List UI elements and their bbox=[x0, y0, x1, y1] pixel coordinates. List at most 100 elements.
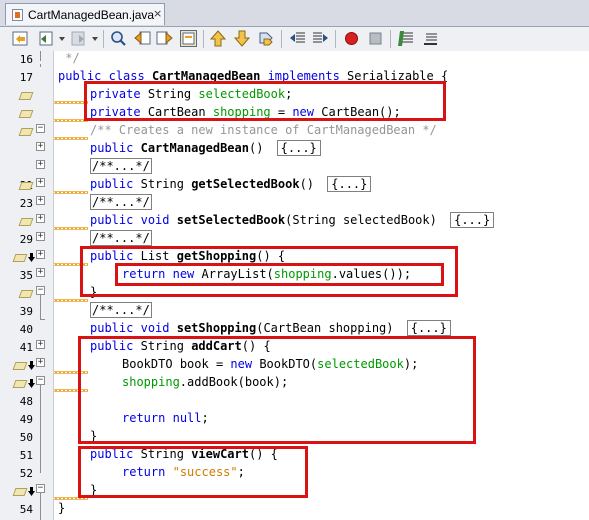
fold-expand-icon[interactable]: + bbox=[36, 340, 45, 349]
warning-underline bbox=[54, 371, 88, 374]
override-arrow-icon[interactable] bbox=[28, 361, 35, 370]
warning-underline bbox=[54, 389, 88, 392]
next-bookmark-icon[interactable] bbox=[234, 30, 251, 47]
forward-dropdown-icon[interactable] bbox=[92, 37, 98, 41]
code-line-24: public String getSelectedBook() {...} bbox=[90, 176, 372, 195]
collapsed-javadoc[interactable]: /**...*/ bbox=[90, 302, 152, 318]
java-file-icon bbox=[12, 9, 23, 21]
find-previous-icon[interactable] bbox=[134, 30, 151, 47]
line-number: 16 bbox=[19, 53, 33, 66]
editor-tab-bar: CartManagedBean.java × bbox=[0, 0, 589, 27]
fold-collapse-icon[interactable]: − bbox=[36, 376, 45, 385]
code-line-47: public String addCart() { bbox=[90, 339, 271, 353]
fold-expand-icon[interactable]: + bbox=[36, 358, 45, 367]
shift-right-icon[interactable] bbox=[312, 30, 329, 47]
line-number: 50 bbox=[19, 431, 33, 444]
annotation-tag-icon[interactable] bbox=[12, 488, 28, 496]
warning-underline bbox=[54, 497, 88, 500]
fold-expand-icon[interactable]: + bbox=[36, 250, 45, 259]
override-arrow-icon[interactable] bbox=[28, 487, 35, 496]
line-number: 52 bbox=[19, 467, 33, 480]
annotation-tag-icon[interactable] bbox=[12, 380, 28, 388]
line-number: 40 bbox=[19, 323, 33, 336]
stop-macro-icon[interactable] bbox=[367, 30, 384, 47]
code-line-41: /**...*/ bbox=[90, 302, 152, 321]
fold-expand-icon[interactable]: + bbox=[36, 196, 45, 205]
fold-collapse-icon[interactable]: − bbox=[36, 484, 45, 493]
code-line-18: private String selectedBook; bbox=[90, 87, 293, 101]
annotation-tag-icon[interactable] bbox=[18, 92, 34, 100]
annotation-tag-icon[interactable] bbox=[12, 254, 28, 262]
code-line-23: /**...*/ bbox=[90, 158, 152, 177]
annotation-tag-icon[interactable] bbox=[18, 218, 34, 226]
code-line-48: BookDTO book = new BookDTO(selectedBook)… bbox=[122, 357, 419, 371]
comment-icon[interactable] bbox=[398, 30, 415, 47]
fold-expand-icon[interactable]: + bbox=[36, 178, 45, 187]
editor-window: { "tab": {"title": "CartManagedBean.java… bbox=[0, 0, 589, 520]
code-line-40: } bbox=[90, 285, 98, 299]
annotation-tag-icon[interactable] bbox=[18, 290, 34, 298]
warning-underline bbox=[54, 191, 88, 194]
warning-underline bbox=[54, 263, 88, 266]
line-number: 51 bbox=[19, 449, 33, 462]
code-line-38: public List getShopping() { bbox=[90, 249, 286, 263]
warning-underline bbox=[54, 299, 88, 302]
override-arrow-icon[interactable] bbox=[28, 379, 35, 388]
tab-title: CartManagedBean.java bbox=[28, 8, 155, 22]
annotation-tag-icon[interactable] bbox=[12, 362, 28, 370]
editor-toolbar bbox=[0, 27, 589, 52]
close-tab-icon[interactable]: × bbox=[153, 7, 162, 20]
annotation-tag-icon[interactable] bbox=[18, 110, 34, 118]
collapsed-body[interactable]: {...} bbox=[450, 212, 495, 228]
find-icon[interactable] bbox=[110, 30, 127, 47]
override-arrow-icon[interactable] bbox=[28, 253, 35, 262]
collapsed-javadoc[interactable]: /**...*/ bbox=[90, 158, 152, 174]
collapsed-body[interactable]: {...} bbox=[276, 140, 321, 156]
collapsed-body[interactable]: {...} bbox=[327, 176, 372, 192]
fold-expand-icon[interactable]: + bbox=[36, 160, 45, 169]
line-number: 35 bbox=[19, 269, 33, 282]
code-line-54: return "success"; bbox=[122, 465, 245, 479]
fold-collapse-icon[interactable]: − bbox=[36, 124, 45, 133]
line-number-gutter: 16 17 21 23 29 35 39 40 41 48 49 50 51 5… bbox=[0, 51, 54, 520]
code-line-44: public void setShopping(CartBean shoppin… bbox=[90, 320, 451, 339]
code-line-30: public void setSelectedBook(String selec… bbox=[90, 212, 495, 231]
code-line-16: */ bbox=[58, 51, 80, 65]
line-number: 49 bbox=[19, 413, 33, 426]
start-macro-icon[interactable] bbox=[343, 30, 360, 47]
find-next-icon[interactable] bbox=[156, 30, 173, 47]
code-line-17: public class CartManagedBean implements … bbox=[58, 69, 449, 83]
warning-underline bbox=[54, 119, 88, 122]
collapsed-javadoc[interactable]: /**...*/ bbox=[90, 194, 152, 210]
code-line-19: private CartBean shopping = new CartBean… bbox=[90, 105, 401, 119]
warning-underline bbox=[54, 227, 88, 230]
fold-expand-icon[interactable]: + bbox=[36, 142, 45, 151]
fold-expand-icon[interactable]: + bbox=[36, 232, 45, 241]
back-icon[interactable] bbox=[38, 30, 55, 47]
line-number: 29 bbox=[19, 233, 33, 246]
fold-expand-icon[interactable]: + bbox=[36, 268, 45, 277]
annotation-tag-icon[interactable] bbox=[18, 128, 34, 136]
collapsed-javadoc[interactable]: /**...*/ bbox=[90, 230, 152, 246]
toggle-highlight-icon[interactable] bbox=[180, 30, 197, 47]
uncomment-icon[interactable] bbox=[422, 30, 439, 47]
forward-icon[interactable] bbox=[70, 30, 87, 47]
toggle-bookmark-icon[interactable] bbox=[258, 30, 275, 47]
code-line-49: shopping.addBook(book); bbox=[122, 375, 289, 389]
code-line-35: /**...*/ bbox=[90, 230, 152, 249]
shift-left-icon[interactable] bbox=[289, 30, 306, 47]
code-line-56: } bbox=[58, 501, 66, 515]
line-number: 41 bbox=[19, 341, 33, 354]
fold-collapse-icon[interactable]: − bbox=[36, 286, 45, 295]
fold-expand-icon[interactable]: + bbox=[36, 214, 45, 223]
code-editor[interactable]: */ public class CartManagedBean implemen… bbox=[54, 51, 589, 520]
tab-cartmanagedbean[interactable]: CartManagedBean.java × bbox=[5, 3, 165, 25]
previous-bookmark-icon[interactable] bbox=[210, 30, 227, 47]
code-line-39: return new ArrayList(shopping.values()); bbox=[122, 267, 412, 281]
last-edit-icon[interactable] bbox=[12, 30, 29, 47]
back-dropdown-icon[interactable] bbox=[59, 37, 65, 41]
line-number: 48 bbox=[19, 395, 33, 408]
line-number: 54 bbox=[19, 503, 33, 516]
warning-underline bbox=[54, 137, 88, 140]
collapsed-body[interactable]: {...} bbox=[406, 320, 451, 336]
